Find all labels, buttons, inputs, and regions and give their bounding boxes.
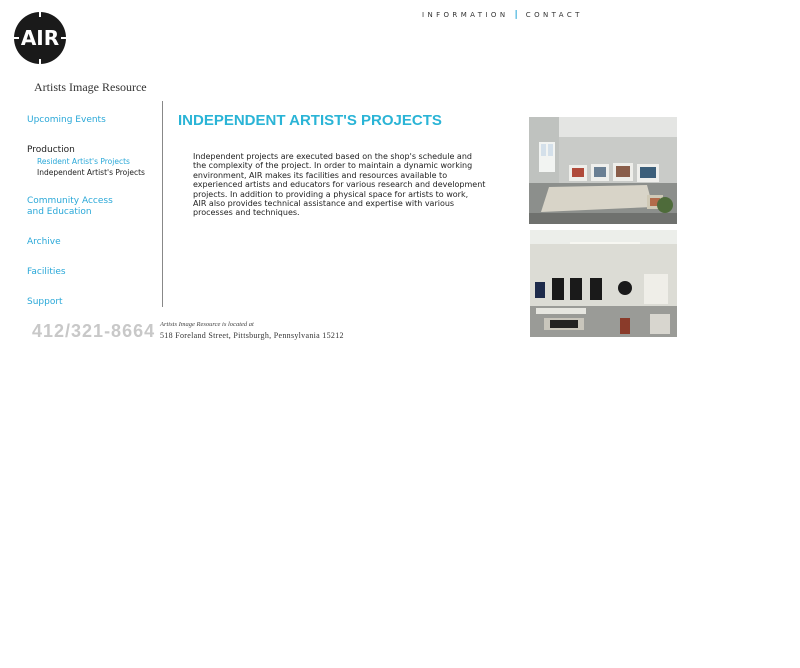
body-text: Independent projects are executed based … (193, 152, 498, 218)
nav-separator: | (514, 10, 518, 20)
address-intro: Artists Image Resource is located at (160, 321, 254, 328)
sidebar-item-label: and Education (27, 207, 92, 217)
sidebar-item-label: Community Access (27, 196, 113, 206)
logo-text: AIR (20, 26, 60, 50)
body-line: experienced artists and educators for va… (193, 180, 486, 190)
body-line: processes and techniques. (193, 208, 300, 218)
sidebar-item-facilities[interactable]: Facilities (27, 267, 66, 278)
studio-photo-1-image (529, 117, 677, 224)
body-line: environment, AIR makes its facilities an… (193, 170, 448, 180)
logo-tick-top (39, 12, 41, 17)
org-name: Artists Image Resource (34, 80, 147, 94)
logo-tick-bottom (39, 59, 41, 64)
studio-photo-2-image (530, 230, 677, 337)
page-title: INDEPENDENT ARTIST'S PROJECTS (178, 112, 442, 129)
sidebar-subitem-resident-projects[interactable]: Resident Artist's Projects (37, 156, 130, 167)
body-line: projects. In addition to providing a phy… (193, 189, 469, 199)
nav-contact-link[interactable]: CONTACT (526, 11, 583, 19)
top-nav: INFORMATION | CONTACT (422, 10, 583, 20)
air-logo[interactable]: AIR (14, 12, 66, 64)
studio-photo-1 (529, 117, 677, 224)
sidebar-subitem-independent-projects[interactable]: Independent Artist's Projects (37, 167, 145, 178)
body-line: the complexity of the project. In order … (193, 161, 473, 171)
studio-photo-2 (530, 230, 677, 337)
nav-information-link[interactable]: INFORMATION (422, 11, 508, 19)
logo-tick-right (61, 37, 66, 39)
phone-number: 412/321-8664 (32, 321, 156, 341)
sidebar-divider (162, 101, 163, 307)
address: 518 Foreland Street, Pittsburgh, Pennsyl… (160, 331, 344, 340)
sidebar-item-production[interactable]: Production (27, 145, 75, 156)
sidebar-item-upcoming-events[interactable]: Upcoming Events (27, 115, 106, 126)
logo-tick-left (14, 37, 19, 39)
body-line: AIR also provides technical assistance a… (193, 199, 455, 209)
sidebar-item-archive[interactable]: Archive (27, 237, 61, 248)
sidebar-item-support[interactable]: Support (27, 297, 63, 308)
sidebar-item-community-access[interactable]: Community Access and Education (27, 196, 113, 218)
body-line: Independent projects are executed based … (193, 152, 472, 161)
